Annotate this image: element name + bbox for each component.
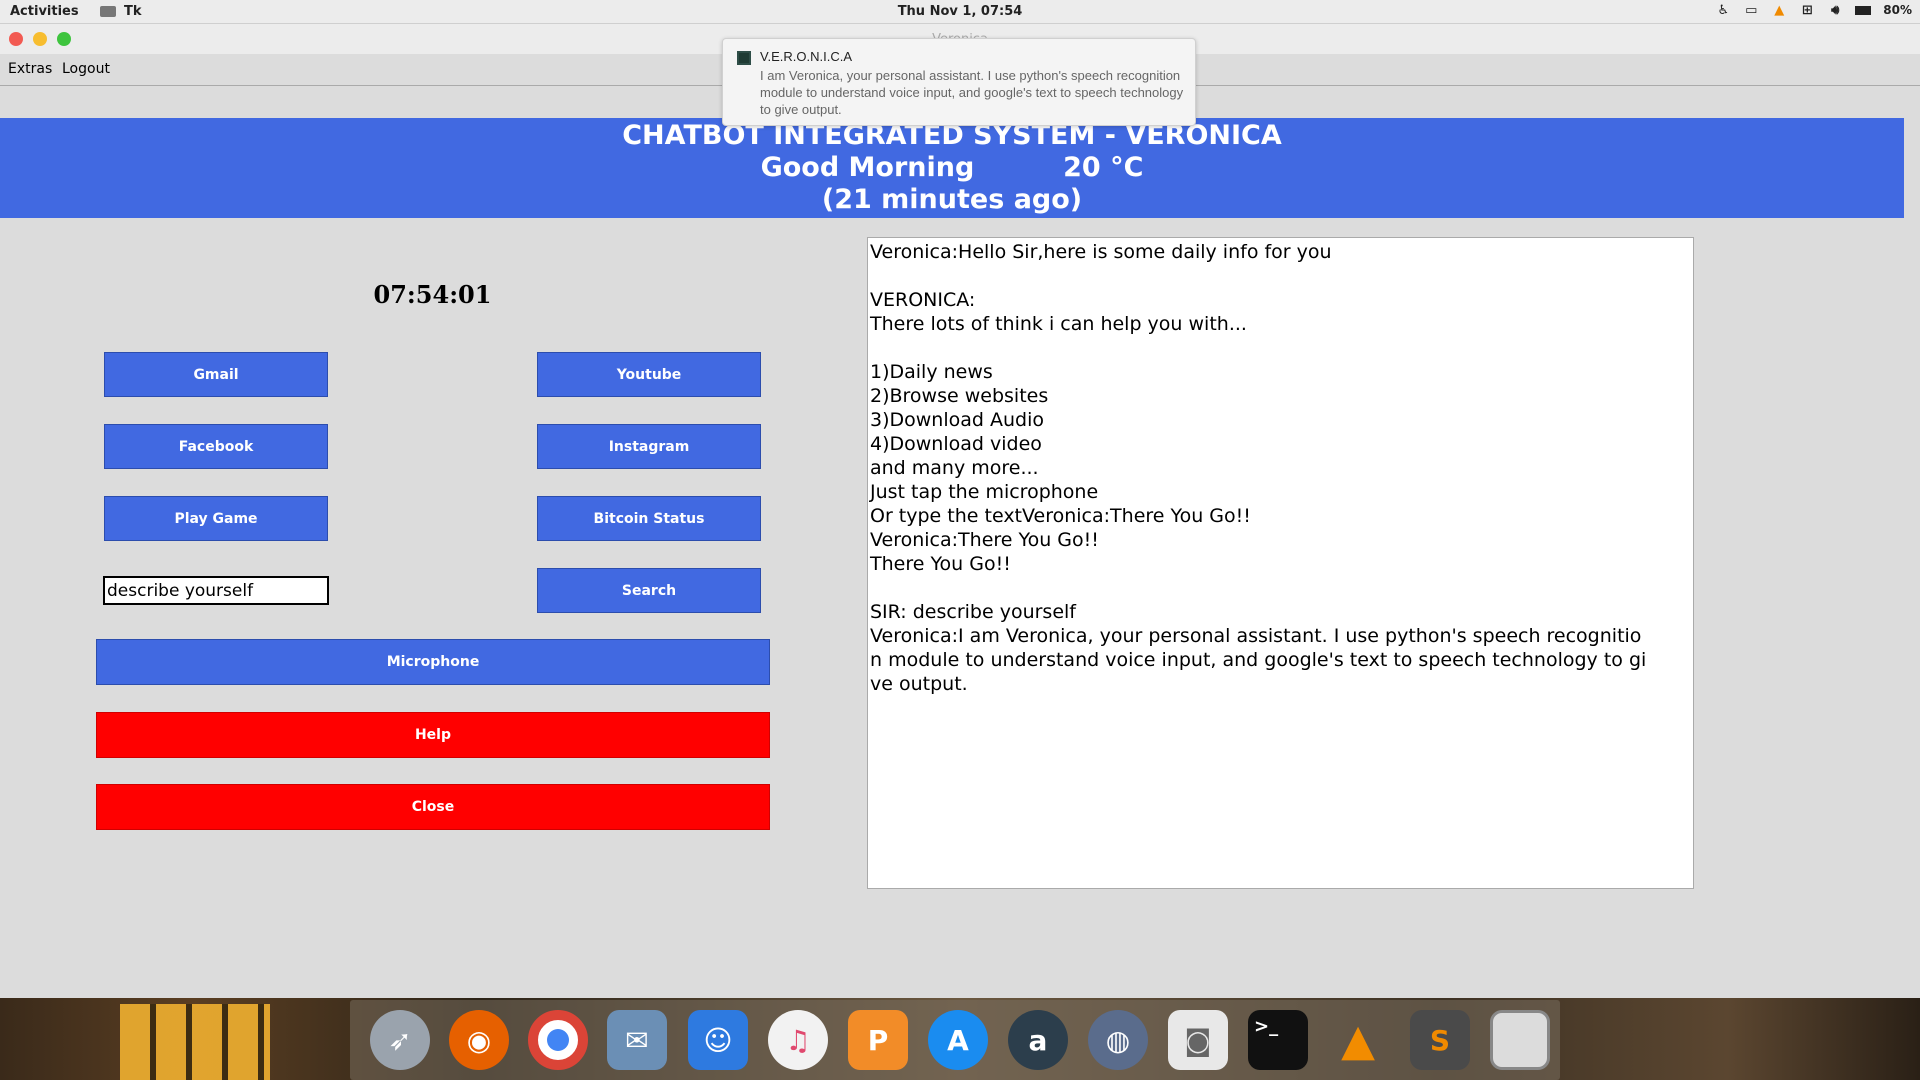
menu-extras[interactable]: Extras [8,61,52,77]
firefox-icon[interactable]: ◉ [449,1010,509,1070]
clock-display: 07:54:01 [373,280,492,309]
youtube-button[interactable]: Youtube [537,352,761,397]
pages-icon[interactable]: P [848,1010,908,1070]
help-button[interactable]: Help [96,712,770,758]
banner-updated: (21 minutes ago) [821,184,1083,215]
notification-app-icon [737,51,751,65]
banner-greeting: Good Morning [760,152,975,183]
network-icon[interactable]: ◍ [1088,1010,1148,1070]
battery-icon[interactable] [1855,5,1872,15]
battery-percent: 80% [1883,3,1912,17]
header-banner: CHATBOT INTEGRATED SYSTEM - VERONICA Goo… [0,118,1904,218]
system-clock[interactable]: Thu Nov 1, 07:54 [0,4,1920,19]
conversation-textarea[interactable]: Veronica:Hello Sir,here is some daily in… [867,237,1694,889]
query-input[interactable] [103,576,329,605]
instagram-button[interactable]: Instagram [537,424,761,469]
facebook-button[interactable]: Facebook [104,424,328,469]
finder-icon[interactable]: ☺ [688,1010,748,1070]
screen-icon[interactable]: ▭ [1743,2,1759,18]
wallpaper-window [120,1004,270,1080]
dock: ➶ ◉ ✉ ☺ ♫ P A a ◍ ◙ >_ ▲ S [0,998,1920,1080]
chrome-icon[interactable] [528,1010,588,1070]
notification-body: I am Veronica, your personal assistant. … [760,68,1184,117]
banner-temperature: 20 °C [1063,152,1144,183]
play-game-button[interactable]: Play Game [104,496,328,541]
close-button[interactable]: Close [96,784,770,830]
system-top-bar: Activities Tk Thu Nov 1, 07:54 ♿ ▭ ▲ ⊞ 🔊… [0,0,1920,24]
vlc-icon[interactable]: ▲ [1328,1010,1388,1070]
notification-popup[interactable]: V.E.R.O.N.I.C.A I am Veronica, your pers… [722,38,1196,126]
desktop-icon[interactable] [1490,1010,1550,1070]
system-tray[interactable]: ♿ ▭ ▲ ⊞ 🔊︎ 80% [1715,2,1912,18]
menu-logout[interactable]: Logout [62,61,110,77]
network-icon[interactable]: ⊞ [1799,2,1815,18]
bitcoin-status-button[interactable]: Bitcoin Status [537,496,761,541]
preview-icon[interactable]: ✉ [607,1010,667,1070]
terminal-icon[interactable]: >_ [1248,1010,1308,1070]
search-button[interactable]: Search [537,568,761,613]
itunes-icon[interactable]: ♫ [768,1010,828,1070]
accessibility-icon[interactable]: ♿ [1715,2,1731,18]
amazon-icon[interactable]: a [1008,1010,1068,1070]
vlc-tray-icon[interactable]: ▲ [1771,2,1787,18]
sublime-icon[interactable]: S [1410,1010,1470,1070]
gmail-button[interactable]: Gmail [104,352,328,397]
microphone-button[interactable]: Microphone [96,639,770,685]
screenshot-icon[interactable]: ◙ [1168,1010,1228,1070]
app-store-icon[interactable]: A [928,1010,988,1070]
notification-title: V.E.R.O.N.I.C.A [760,49,852,64]
volume-icon[interactable]: 🔊︎ [1827,2,1843,18]
launchpad-icon[interactable]: ➶ [370,1010,430,1070]
